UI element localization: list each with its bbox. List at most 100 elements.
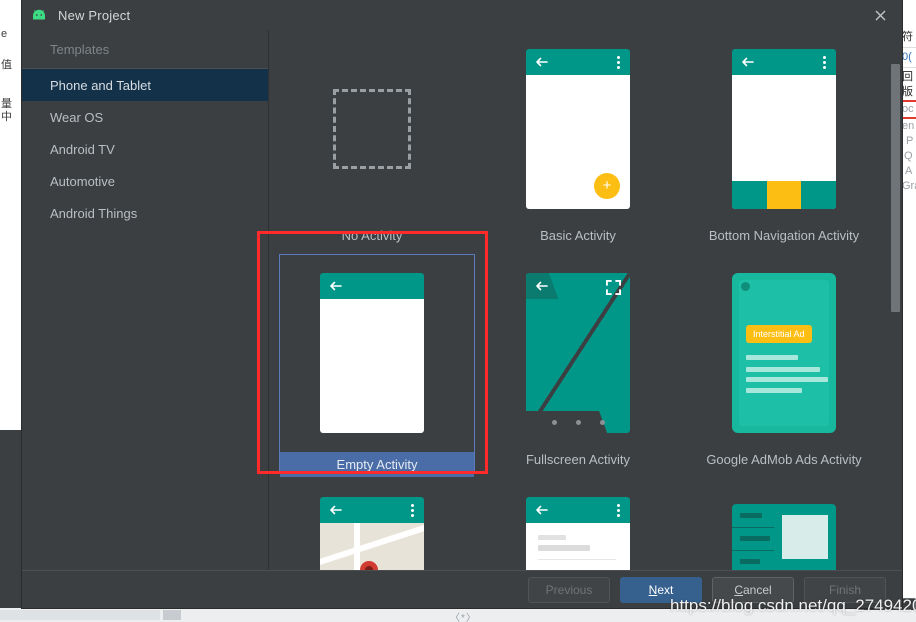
template-card-empty-activity[interactable]: Empty Activity	[269, 254, 475, 478]
bg-right-line: 0(	[902, 51, 912, 63]
template-card-master-detail-flow[interactable]: Master/Detail Flow	[681, 478, 887, 570]
phone-mock: +	[526, 49, 630, 209]
fullscreen-expand-icon	[606, 280, 621, 295]
next-button-label: Next	[648, 582, 674, 597]
template-label: No Activity	[341, 228, 403, 243]
bg-right-line: en	[902, 120, 915, 132]
phone-mock	[320, 273, 424, 433]
bg-left-line: 量	[1, 98, 12, 110]
dialog-titlebar: New Project	[22, 0, 902, 30]
screen: e 值 量 中 符 0( 回 版 oc en P Q A Gra 〈*〉	[0, 0, 916, 622]
bg-right-line: oc	[902, 103, 914, 115]
sidebar-item-label: Android Things	[50, 205, 138, 221]
template-label: Fullscreen Activity	[525, 452, 631, 467]
back-arrow-icon	[536, 281, 548, 291]
android-robot-icon	[33, 9, 45, 20]
bg-left-line: e	[1, 28, 8, 40]
background-right-filler	[901, 470, 916, 570]
dashed-placeholder-icon	[333, 89, 411, 169]
template-label: Empty Activity	[280, 452, 474, 477]
sidebar-header: Templates	[50, 41, 110, 57]
sidebar-item-automotive[interactable]: Automotive	[22, 165, 268, 197]
back-arrow-icon	[536, 57, 548, 67]
dialog-body: Templates Phone and Tablet Wear OS Andro…	[22, 30, 902, 600]
master-detail-mock	[732, 504, 836, 570]
template-label: Bottom Navigation Activity	[708, 228, 860, 243]
bg-right-line: 回	[902, 71, 913, 83]
map-preview	[320, 523, 424, 570]
template-thumbnail	[522, 264, 634, 442]
template-category-sidebar: Templates Phone and Tablet Wear OS Andro…	[22, 30, 269, 570]
background-right-editor: 符 0( 回 版 oc en P Q A Gra	[901, 0, 916, 470]
template-thumbnail: +	[522, 40, 634, 218]
template-card-bottom-navigation-activity[interactable]: Bottom Navigation Activity	[681, 30, 887, 254]
template-thumbnail	[728, 40, 840, 218]
template-label: Google AdMob Ads Activity	[706, 452, 862, 467]
template-grid: No Activity + Basic Activity Bottom Navi…	[269, 30, 887, 570]
watermark-text: https://blog.csdn.net/qq_27494201	[670, 596, 916, 615]
previous-button[interactable]: Previous	[528, 576, 610, 603]
finish-button-label: Finish	[828, 582, 861, 597]
template-thumbnail	[522, 488, 634, 570]
overflow-menu-icon	[411, 504, 414, 517]
sidebar-item-android-tv[interactable]: Android TV	[22, 133, 268, 165]
back-arrow-icon	[330, 281, 342, 291]
cancel-button-label: Cancel	[734, 582, 772, 597]
sidebar-item-phone-and-tablet[interactable]: Phone and Tablet	[22, 69, 268, 101]
floating-action-button-icon: +	[594, 173, 620, 199]
sidebar-item-label: Android TV	[50, 141, 115, 157]
phone-mock: Interstitial Ad	[732, 273, 836, 433]
background-left-tool-window	[0, 430, 24, 622]
template-card-no-activity[interactable]: No Activity	[269, 30, 475, 254]
bg-right-line: 符	[902, 31, 913, 43]
new-project-dialog: New Project Templates Phone and Tablet W…	[22, 0, 902, 608]
back-arrow-icon	[742, 57, 754, 67]
login-form-preview	[526, 523, 630, 570]
bg-left-line: 值	[1, 59, 12, 71]
template-thumbnail	[316, 488, 428, 570]
back-arrow-icon	[330, 505, 342, 515]
template-thumbnail	[316, 40, 428, 218]
template-grid-pane[interactable]: No Activity + Basic Activity Bottom Navi…	[269, 30, 902, 570]
template-thumbnail	[316, 264, 428, 442]
phone-mock	[526, 497, 630, 570]
background-status-glyph: 〈*〉	[450, 613, 477, 622]
template-card-basic-activity[interactable]: + Basic Activity	[475, 30, 681, 254]
template-card-fullscreen-activity[interactable]: Fullscreen Activity	[475, 254, 681, 478]
scrollbar-thumb[interactable]	[891, 64, 900, 312]
overflow-menu-icon	[617, 504, 620, 517]
template-thumbnail	[728, 488, 840, 570]
template-card-login-activity[interactable]: Login Activity	[475, 478, 681, 570]
bg-right-line: A	[905, 165, 913, 177]
sidebar-item-label: Wear OS	[50, 109, 104, 125]
previous-button-label: Previous	[545, 582, 593, 597]
template-thumbnail: Interstitial Ad	[728, 264, 840, 442]
bottom-navigation-bar	[732, 181, 836, 209]
phone-mock	[732, 49, 836, 209]
bg-right-line: 版	[902, 86, 913, 98]
sidebar-item-label: Phone and Tablet	[50, 77, 151, 93]
template-card-google-maps-activity[interactable]: Google Maps Activity	[269, 478, 475, 570]
detail-pane	[782, 515, 828, 559]
close-icon[interactable]	[868, 4, 892, 26]
phone-mock	[320, 497, 424, 570]
bg-left-line: 中	[1, 111, 12, 123]
background-left-editor: e 值 量 中	[0, 0, 24, 430]
template-card-google-admob-ads-activity[interactable]: Interstitial Ad Google AdMob Ads Activit…	[681, 254, 887, 478]
bg-right-line: Gra	[902, 180, 916, 192]
page-indicator-dots	[526, 411, 630, 433]
bg-right-line: P	[906, 135, 914, 147]
sidebar-item-wear-os[interactable]: Wear OS	[22, 101, 268, 133]
overflow-menu-icon	[823, 56, 826, 69]
bg-right-line: Q	[904, 150, 913, 162]
phone-mock	[526, 273, 630, 433]
sidebar-item-label: Automotive	[50, 173, 116, 189]
map-pin-icon	[356, 557, 382, 570]
template-grid-scrollbar[interactable]	[889, 60, 902, 600]
interstitial-ad-chip: Interstitial Ad	[746, 325, 812, 343]
sidebar-item-android-things[interactable]: Android Things	[22, 197, 268, 229]
close-glyph	[875, 10, 885, 20]
back-arrow-icon	[536, 505, 548, 515]
template-label: Basic Activity	[540, 228, 616, 243]
status-dot-icon	[741, 282, 750, 291]
